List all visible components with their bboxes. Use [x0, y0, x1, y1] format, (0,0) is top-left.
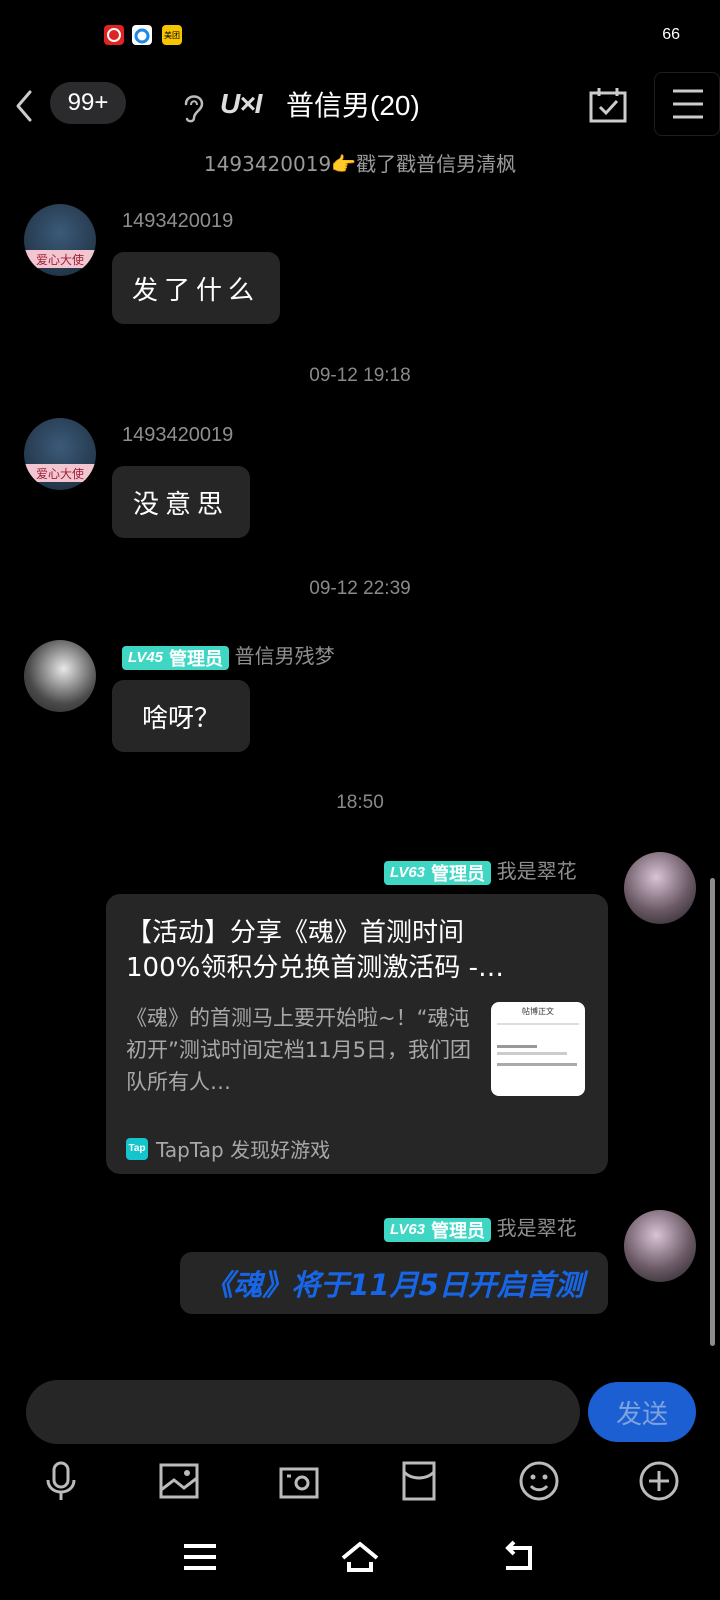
message-timestamp: 09-12 22:39 [309, 578, 411, 599]
message-input[interactable] [26, 1380, 580, 1444]
card-description: 《魂》的首测马上要开始啦~！“魂沌初开”测试时间定档11月5日，我们团队所有人… [126, 1006, 471, 1094]
message-bubble[interactable]: 《魂》将于11月5日开启首测 [180, 1252, 608, 1314]
image-icon[interactable] [158, 1460, 200, 1502]
group-logo: U×I [220, 88, 262, 119]
card-title: 【活动】分享《魂》首测时间 100%领积分兑换首测激活码 -… [126, 918, 504, 983]
plus-icon[interactable] [638, 1460, 680, 1502]
message-timestamp: 09-12 19:18 [309, 365, 411, 386]
more-menu-button[interactable] [654, 72, 720, 136]
microphone-icon[interactable] [40, 1460, 82, 1502]
netease-music-icon [104, 25, 124, 45]
sender-name[interactable]: 我是翠花 [497, 861, 577, 883]
emoji-icon[interactable] [518, 1460, 560, 1502]
sender-name[interactable]: 普信男残梦 [235, 646, 335, 668]
send-button[interactable]: 发送 [588, 1382, 696, 1442]
calendar-check-button[interactable] [588, 86, 628, 126]
svg-text:爱心大使: 爱心大使 [36, 466, 84, 481]
level-badge: LV63 管理员 [384, 1217, 492, 1242]
card-thumbnail: 帖博正文 [491, 1002, 585, 1096]
red-envelope-icon[interactable] [398, 1460, 440, 1502]
scrollbar[interactable] [710, 878, 715, 1346]
home-icon[interactable] [340, 1540, 380, 1574]
poke-notice: 1493420019👉戳了戳普信男清枫 [203, 152, 517, 176]
avatar[interactable]: 爱心大使 [24, 418, 96, 490]
avatar[interactable] [24, 640, 96, 712]
chevron-left-icon [16, 90, 32, 122]
taptap-icon: Tap [126, 1137, 148, 1160]
unread-count-badge[interactable]: 99+ [50, 82, 126, 124]
sender-line: LV45 管理员 普信男残梦 [122, 640, 335, 670]
avatar[interactable]: 爱心大使 [24, 204, 96, 276]
sender-line: LV63 管理员 我是翠花 [384, 1212, 577, 1242]
qq-browser-icon [132, 25, 152, 45]
level-badge: LV45 管理员 [122, 645, 230, 670]
status-bar: 美团 66 [0, 0, 720, 72]
ear-icon[interactable] [180, 90, 206, 124]
back-button[interactable] [8, 84, 38, 128]
camera-icon[interactable] [278, 1460, 320, 1502]
menu-icon[interactable] [180, 1540, 220, 1574]
message-bubble[interactable]: 啥呀？ [112, 680, 250, 752]
sender-name[interactable]: 1493420019 [122, 424, 233, 447]
calendar-check-icon [589, 88, 627, 123]
message-bubble[interactable]: 发了什么 [112, 252, 280, 324]
sender-line: LV63 管理员 我是翠花 [384, 855, 577, 885]
sender-name[interactable]: 1493420019 [122, 210, 233, 233]
battery-level: 66 [662, 26, 680, 43]
avatar[interactable] [624, 852, 696, 924]
shared-link-card[interactable]: 【活动】分享《魂》首测时间 100%领积分兑换首测激活码 -… 《魂》的首测马上… [106, 894, 608, 1174]
back-icon[interactable] [500, 1540, 540, 1574]
sender-name[interactable]: 我是翠花 [497, 1218, 577, 1240]
group-title[interactable]: 普信男(20) [286, 84, 420, 124]
chat-header: 99+ U×I 普信男(20) [0, 72, 720, 142]
svg-text:爱心大使: 爱心大使 [36, 252, 84, 267]
level-badge: LV63 管理员 [384, 860, 492, 885]
card-source: Tap TapTap 发现好游戏 [126, 1134, 330, 1163]
avatar[interactable] [624, 1210, 696, 1282]
hamburger-icon [673, 89, 703, 119]
message-bubble[interactable]: 没意思 [112, 466, 250, 538]
message-timestamp: 18:50 [336, 792, 384, 813]
meituan-icon: 美团 [162, 25, 182, 45]
